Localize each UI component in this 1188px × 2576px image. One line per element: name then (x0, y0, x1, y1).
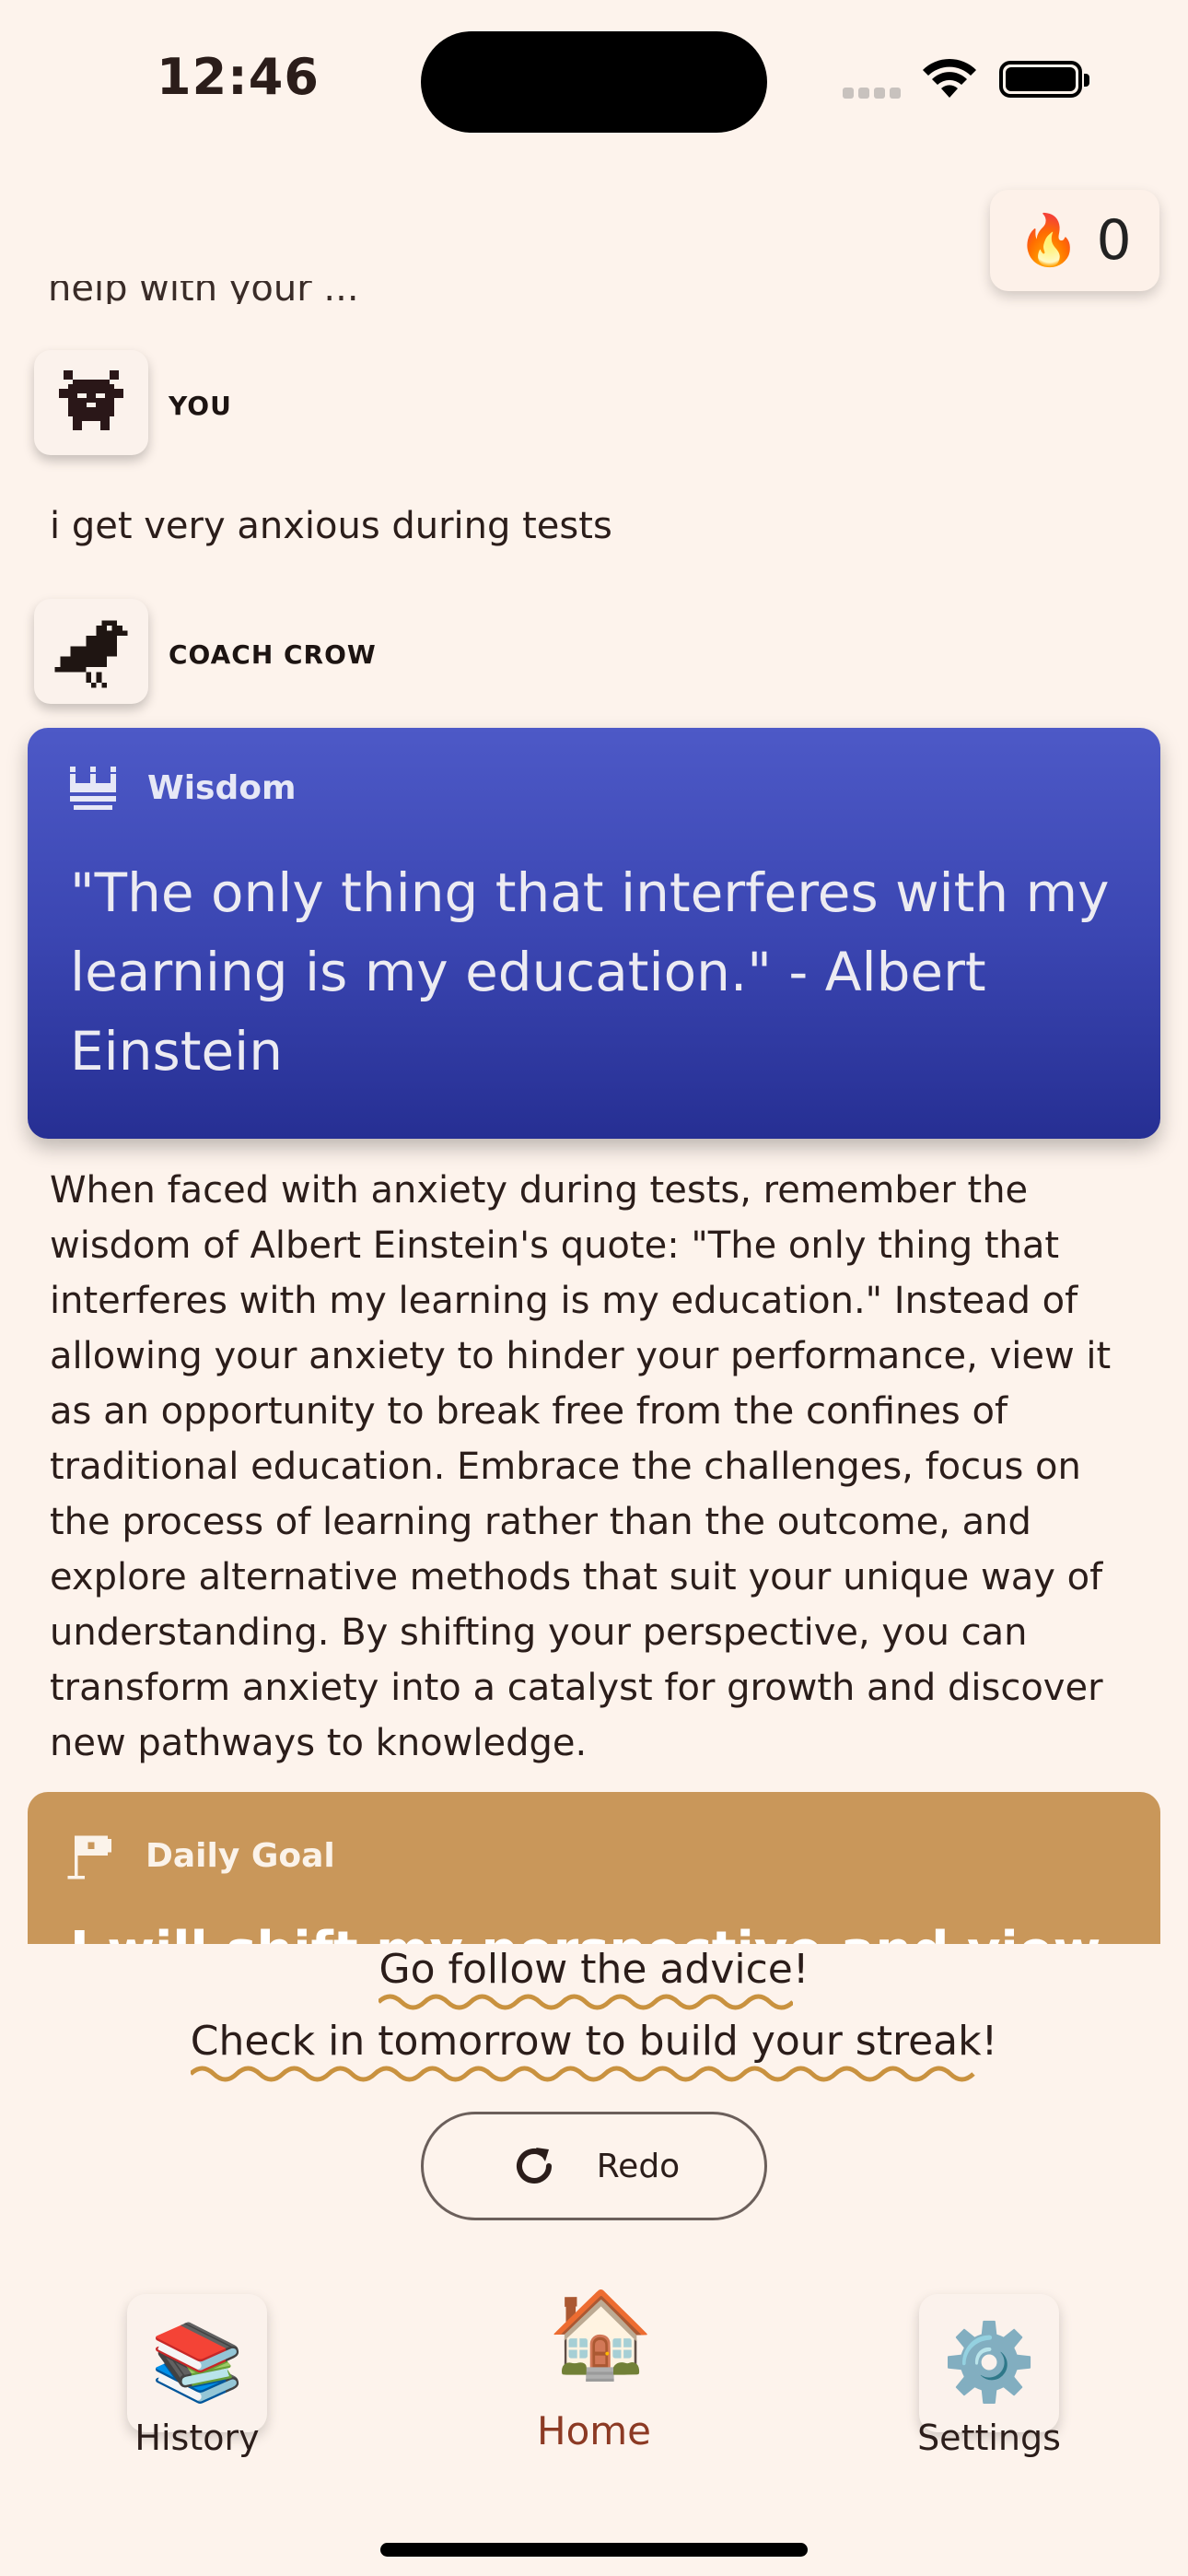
tab-history-label[interactable]: History (77, 2418, 317, 2458)
wisdom-quote: "The only thing that interferes with my … (70, 861, 1110, 1083)
user-label: YOU (169, 391, 232, 421)
tab-home-label[interactable]: Home (474, 2408, 714, 2453)
follow-advice-text: Go follow the advice! (379, 1946, 809, 1993)
battery-icon (999, 61, 1089, 98)
streak-count: 0 (1096, 208, 1132, 273)
tab-history[interactable]: 📚 (127, 2294, 267, 2432)
house-icon[interactable]: 🏠 (548, 2285, 654, 2384)
crown-icon (70, 767, 116, 810)
daily-goal-card: Daily Goal I will shift my perspective a… (28, 1792, 1160, 1944)
user-avatar (34, 350, 148, 455)
clipped-previous-message: help with your ... (48, 267, 359, 304)
tab-settings[interactable]: ⚙️ (919, 2294, 1059, 2432)
gear-icon: ⚙️ (941, 2319, 1037, 2406)
wavy-underline (379, 1994, 794, 2010)
refresh-icon (516, 2148, 552, 2184)
tab-settings-label[interactable]: Settings (869, 2418, 1109, 2458)
status-time: 12:46 (157, 48, 320, 106)
pixel-monster-icon (59, 370, 123, 430)
redo-button[interactable]: Redo (421, 2112, 767, 2220)
daily-goal-label: Daily Goal (146, 1836, 335, 1875)
dynamic-island (421, 31, 767, 133)
flame-icon: 🔥 (1018, 211, 1080, 269)
wavy-underline (190, 2066, 975, 2082)
home-indicator[interactable] (380, 2543, 808, 2557)
wifi-icon (923, 58, 976, 98)
follow-advice-message: Go follow the advice! (0, 1946, 1188, 2010)
redo-label: Redo (596, 2147, 681, 2185)
pixel-crow-icon (54, 620, 128, 688)
advice-text: When faced with anxiety during tests, re… (50, 1169, 1112, 1764)
books-icon: 📚 (149, 2319, 245, 2406)
coach-crow-avatar (34, 599, 148, 704)
wisdom-label: Wisdom (147, 768, 297, 807)
streak-reminder-text: Check in tomorrow to build your streak! (190, 2018, 998, 2065)
streak-badge[interactable]: 🔥 0 (990, 190, 1159, 291)
cellular-signal-icon (843, 85, 907, 99)
streak-reminder-message: Check in tomorrow to build your streak! (0, 2018, 1188, 2082)
wisdom-card: Wisdom "The only thing that interferes w… (28, 728, 1160, 1139)
user-message: i get very anxious during tests (50, 505, 612, 547)
coach-label: COACH CROW (169, 639, 377, 670)
flag-icon (67, 1835, 111, 1879)
daily-goal-text: I will shift my perspective and view... (70, 1921, 1157, 1944)
